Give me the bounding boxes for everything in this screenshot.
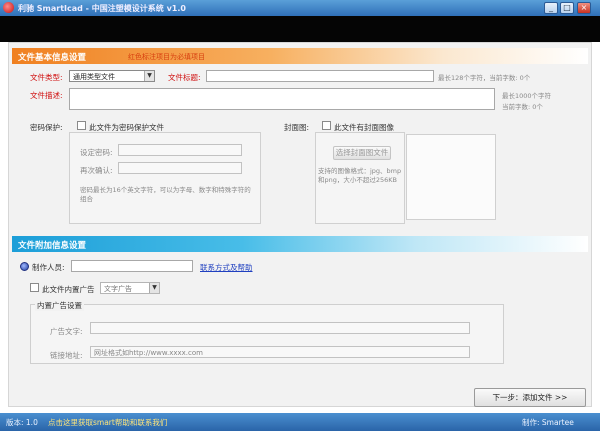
set-password-label: 设定密码: bbox=[80, 148, 113, 157]
basic-info-header: 文件基本信息设置 红色标注项目为必填项目 bbox=[12, 48, 588, 64]
version-text: 版本: 1.0 bbox=[6, 418, 38, 427]
owner-text: 制作: Smartee bbox=[522, 418, 574, 427]
banner-area bbox=[0, 16, 600, 42]
desc-length-hint: 最长1000个字符 bbox=[502, 92, 552, 100]
title-bar: 利驰 SmartIcad - 中国注塑模设计系统 v1.0 _ □ × bbox=[0, 0, 600, 16]
minimize-button[interactable]: _ bbox=[544, 2, 558, 14]
chevron-down-icon: ▼ bbox=[149, 283, 159, 293]
window-title: 利驰 SmartIcad - 中国注塑模设计系统 v1.0 bbox=[18, 4, 186, 13]
basic-info-title: 文件基本信息设置 bbox=[18, 53, 87, 63]
ad-type-select[interactable]: 文字广告 ▼ bbox=[100, 282, 160, 294]
file-type-label: 文件类型: bbox=[30, 73, 63, 82]
embedded-ad-checkbox[interactable] bbox=[30, 283, 39, 292]
file-title-label: 文件标题: bbox=[168, 73, 201, 82]
password-rule-note: 密码最长为16个英文字符，可以为字母、数字和特殊字符的组合 bbox=[80, 186, 251, 203]
app-logo-icon bbox=[3, 2, 14, 13]
chevron-down-icon: ▼ bbox=[144, 71, 154, 81]
file-desc-label: 文件描述: bbox=[30, 91, 63, 100]
ad-link-label: 链接地址: bbox=[50, 351, 83, 360]
author-input[interactable] bbox=[71, 260, 193, 272]
status-bar: 版本: 1.0 点击这里获取smart帮助和联系我们 制作: Smartee bbox=[0, 413, 600, 431]
contact-help-link[interactable]: 联系方式及帮助 bbox=[200, 262, 253, 273]
confirm-password-label: 再次确认: bbox=[80, 166, 113, 175]
embedded-ad-checkbox-label[interactable]: 此文件内置广告 bbox=[42, 284, 95, 295]
title-length-hint: 最长128个字符，当前字数: 0个 bbox=[438, 74, 531, 82]
confirm-password-input[interactable] bbox=[118, 162, 242, 174]
close-button[interactable]: × bbox=[577, 2, 591, 14]
password-protect-checkbox[interactable] bbox=[77, 121, 86, 130]
required-hint: 红色标注项目为必填项目 bbox=[128, 53, 205, 61]
help-status-link[interactable]: 点击这里获取smart帮助和联系我们 bbox=[48, 417, 167, 428]
cover-image-label: 封面图: bbox=[284, 123, 310, 132]
extra-info-header: 文件附加信息设置 bbox=[12, 236, 588, 252]
ad-link-input[interactable]: 网址格式如http://www.xxxx.com bbox=[90, 346, 470, 358]
cover-preview-area bbox=[406, 134, 496, 220]
next-add-files-button[interactable]: 下一步：添加文件 >> bbox=[474, 388, 586, 407]
cover-format-note: 支持的图像格式：jpg、bmp和png，大小不超过256KB bbox=[318, 167, 402, 184]
ad-type-value: 文字广告 bbox=[104, 285, 132, 293]
maximize-button[interactable]: □ bbox=[560, 2, 574, 14]
author-label: 制作人员: bbox=[32, 263, 65, 272]
cover-image-checkbox[interactable] bbox=[322, 121, 331, 130]
ad-text-input[interactable] bbox=[90, 322, 470, 334]
file-type-value: 通用类型文件 bbox=[73, 73, 115, 81]
password-protect-label: 密码保护: bbox=[30, 123, 63, 132]
select-cover-button[interactable]: 选择封面图文件 bbox=[333, 146, 391, 160]
desc-count-hint: 当前字数: 0个 bbox=[502, 103, 543, 111]
extra-info-title: 文件附加信息设置 bbox=[18, 241, 87, 251]
file-title-input[interactable] bbox=[206, 70, 434, 82]
ad-settings-legend: 内置广告设置 bbox=[35, 300, 84, 311]
password-input[interactable] bbox=[118, 144, 242, 156]
ad-text-label: 广告文字: bbox=[50, 327, 83, 336]
file-type-select[interactable]: 通用类型文件 ▼ bbox=[69, 70, 155, 82]
file-desc-textarea[interactable] bbox=[69, 88, 495, 110]
author-radio-icon[interactable] bbox=[20, 262, 29, 271]
